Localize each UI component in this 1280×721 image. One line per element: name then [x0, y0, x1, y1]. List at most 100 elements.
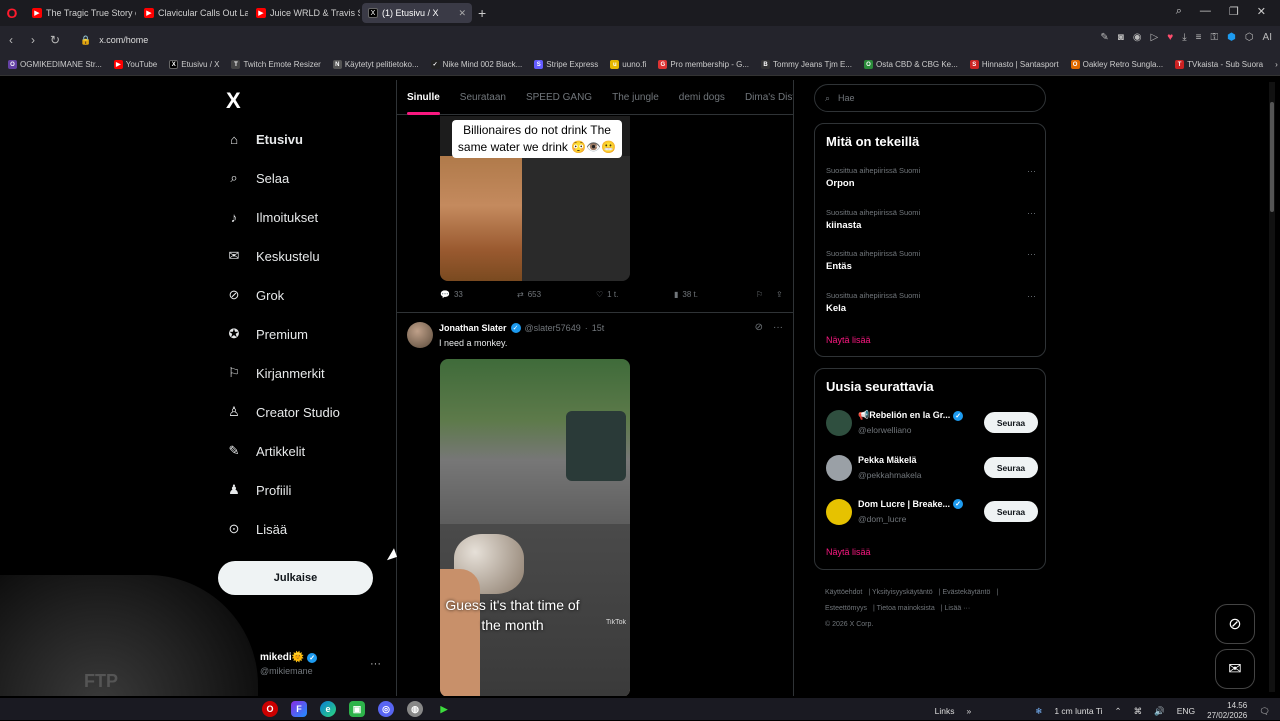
- share-button[interactable]: ⇪: [776, 290, 783, 299]
- weather-icon[interactable]: ❄: [1035, 706, 1042, 717]
- nav-item-profile[interactable]: ♟ Profiili: [226, 479, 291, 501]
- account-switcher[interactable]: mikedi🌞 ✓ @mikiemane: [260, 652, 318, 676]
- trend-item[interactable]: Suosittua aihepiirissä Suomi Entäs ···: [826, 249, 1036, 272]
- messages-button[interactable]: ✉: [1215, 649, 1255, 689]
- opera-icon[interactable]: O: [262, 701, 278, 717]
- nav-item-explore[interactable]: ⌕ Selaa: [226, 167, 289, 189]
- edit-icon[interactable]: ✎: [1100, 32, 1108, 43]
- tweet-video[interactable]: Billionaires do not drink The same water…: [440, 116, 630, 281]
- chevron-icon[interactable]: »: [966, 706, 971, 716]
- bookmark-item[interactable]: O Osta CBD & CBG Ke...: [864, 60, 958, 69]
- nav-item-messages[interactable]: ✉ Keskustelu: [226, 245, 320, 267]
- play-icon[interactable]: ▶: [436, 701, 452, 717]
- tweet-video[interactable]: Guess it's that time of the month TikTok: [440, 359, 630, 696]
- show-more-link[interactable]: Näytä lisää: [826, 547, 871, 557]
- follow-button[interactable]: Seuraa: [984, 501, 1038, 522]
- account-menu-icon[interactable]: ···: [370, 658, 381, 670]
- browser-tab-active[interactable]: X (1) Etusivu / X ✕: [362, 3, 472, 23]
- app-icon[interactable]: ▣: [349, 701, 365, 717]
- footer-link[interactable]: Yksityisyyskäytäntö: [872, 589, 933, 596]
- search-input[interactable]: ⌕ Hae: [814, 84, 1046, 112]
- repost-button[interactable]: ⇄ 653: [517, 290, 596, 299]
- heart-icon[interactable]: ♥: [1167, 32, 1173, 43]
- more-options-icon[interactable]: ···: [1027, 166, 1036, 176]
- notifications-icon[interactable]: 🗨: [1259, 706, 1270, 717]
- nav-item-grok[interactable]: ⊘ Grok: [226, 284, 285, 306]
- volume-icon[interactable]: 🔊: [1154, 706, 1165, 717]
- avatar[interactable]: [407, 322, 433, 348]
- show-more-link[interactable]: Näytä lisää: [826, 335, 871, 345]
- opera-logo-icon[interactable]: O: [0, 0, 24, 26]
- nav-item-home[interactable]: ⌂ Etusivu: [226, 128, 303, 150]
- views-button[interactable]: ▮ 38 t.: [674, 290, 756, 299]
- more-options-icon[interactable]: ···: [1027, 291, 1036, 301]
- bookmark-item[interactable]: T Twitch Emote Resizer: [231, 60, 321, 69]
- avatar[interactable]: [826, 455, 852, 481]
- cube-icon[interactable]: ⬡: [1245, 32, 1254, 43]
- more-options-icon[interactable]: ···: [1027, 249, 1036, 259]
- tab-following[interactable]: Seurataan: [460, 92, 506, 103]
- close-tab-icon[interactable]: ✕: [458, 8, 466, 19]
- trend-item[interactable]: Suosittua aihepiirissä Suomi Kela ···: [826, 291, 1036, 314]
- nav-item-notifications[interactable]: ♪ Ilmoitukset: [226, 206, 318, 228]
- menu-icon[interactable]: ≡: [1196, 32, 1202, 43]
- reply-button[interactable]: 💬 33: [440, 290, 517, 299]
- scrollbar-thumb[interactable]: [1270, 102, 1274, 212]
- bookmark-item[interactable]: S Hinnasto | Santasport: [969, 60, 1059, 69]
- more-options-icon[interactable]: ···: [773, 322, 783, 333]
- tab-dimas-dist[interactable]: Dima's Dist: [745, 92, 793, 103]
- follow-suggestion[interactable]: Pekka Mäkelä @pekkahmakela Seuraa: [826, 455, 1038, 485]
- footer-link[interactable]: Esteettömyys: [825, 605, 867, 612]
- bookmark-item[interactable]: O OGMIKEDIMANE Str...: [8, 60, 102, 69]
- search-icon[interactable]: ⌕: [1176, 5, 1182, 18]
- tweet[interactable]: Jonathan Slater ✓ @slater57649 · 15t I n…: [397, 312, 793, 696]
- nav-item-articles[interactable]: ✎ Artikkelit: [226, 440, 306, 462]
- browser-tab[interactable]: ▶ Clavicular Calls Out Larry: [138, 3, 248, 23]
- bookmark-item[interactable]: N Käytetyt pelitietoko...: [332, 60, 419, 69]
- grok-icon[interactable]: ⊘: [755, 322, 763, 333]
- back-icon[interactable]: ‹: [0, 33, 22, 47]
- close-window-icon[interactable]: ✕: [1257, 5, 1266, 18]
- clock[interactable]: 14.56 27/02/2026: [1207, 701, 1247, 721]
- follow-suggestion[interactable]: 📢Rebelión en la Gr... ✓ @elorwelliano Seu…: [826, 410, 1038, 440]
- tab-for-you[interactable]: Sinulle: [407, 92, 440, 115]
- edge-icon[interactable]: e: [320, 701, 336, 717]
- like-button[interactable]: ♡ 1 t.: [596, 290, 674, 299]
- bookmark-item[interactable]: O Oakley Retro Sungla...: [1070, 60, 1163, 69]
- bookmark-item[interactable]: ✓ Nike Mind 002 Black...: [430, 60, 522, 69]
- follow-button[interactable]: Seuraa: [984, 412, 1038, 433]
- bookmark-button[interactable]: ⚐: [756, 290, 776, 299]
- figma-icon[interactable]: F: [291, 701, 307, 717]
- new-tab-button[interactable]: +: [478, 5, 486, 21]
- tray-overflow-icon[interactable]: ⌃: [1115, 706, 1122, 717]
- camera-icon[interactable]: ◙: [1118, 32, 1124, 43]
- maximize-icon[interactable]: ❐: [1229, 5, 1239, 18]
- links-toolbar[interactable]: Links: [935, 706, 955, 716]
- more-options-icon[interactable]: ···: [1027, 208, 1036, 218]
- tab-the-jungle[interactable]: The jungle: [612, 92, 659, 103]
- avatar[interactable]: [826, 410, 852, 436]
- post-button[interactable]: Julkaise: [218, 561, 373, 595]
- bookmark-item[interactable]: T TVkaista - Sub Suora: [1175, 60, 1263, 69]
- minimize-icon[interactable]: —: [1200, 5, 1211, 18]
- footer-link[interactable]: Tietoa mainoksista: [877, 605, 935, 612]
- author-name[interactable]: Jonathan Slater: [439, 323, 507, 333]
- language-indicator[interactable]: ENG: [1177, 706, 1195, 716]
- bookmark-item[interactable]: G Pro membership - G...: [658, 60, 749, 69]
- trend-item[interactable]: Suosittua aihepiirissä Suomi Orpon ···: [826, 166, 1036, 189]
- nav-item-premium[interactable]: ✪ Premium: [226, 323, 308, 345]
- footer-link[interactable]: Lisää ···: [945, 605, 971, 612]
- extension-icon[interactable]: ⬢: [1227, 32, 1236, 43]
- nav-item-creator-studio[interactable]: ♙ Creator Studio: [226, 401, 340, 423]
- footer-link[interactable]: Evästekäytäntö: [942, 589, 990, 596]
- play-icon[interactable]: ▷: [1151, 32, 1159, 43]
- app-icon[interactable]: ◍: [407, 701, 423, 717]
- network-icon[interactable]: ⌘: [1134, 706, 1143, 717]
- browser-tab[interactable]: ▶ Juice WRLD & Travis Scott: [250, 3, 360, 23]
- follow-suggestion[interactable]: Dom Lucre | Breake... ✓ @dom_lucre Seuraa: [826, 499, 1038, 529]
- x-logo-icon[interactable]: X: [226, 88, 241, 114]
- download-icon[interactable]: ⤓: [1182, 32, 1186, 43]
- grok-button[interactable]: ⊘: [1215, 604, 1255, 644]
- bookmark-item[interactable]: B Tommy Jeans Tjm E...: [761, 60, 852, 69]
- avatar[interactable]: [826, 499, 852, 525]
